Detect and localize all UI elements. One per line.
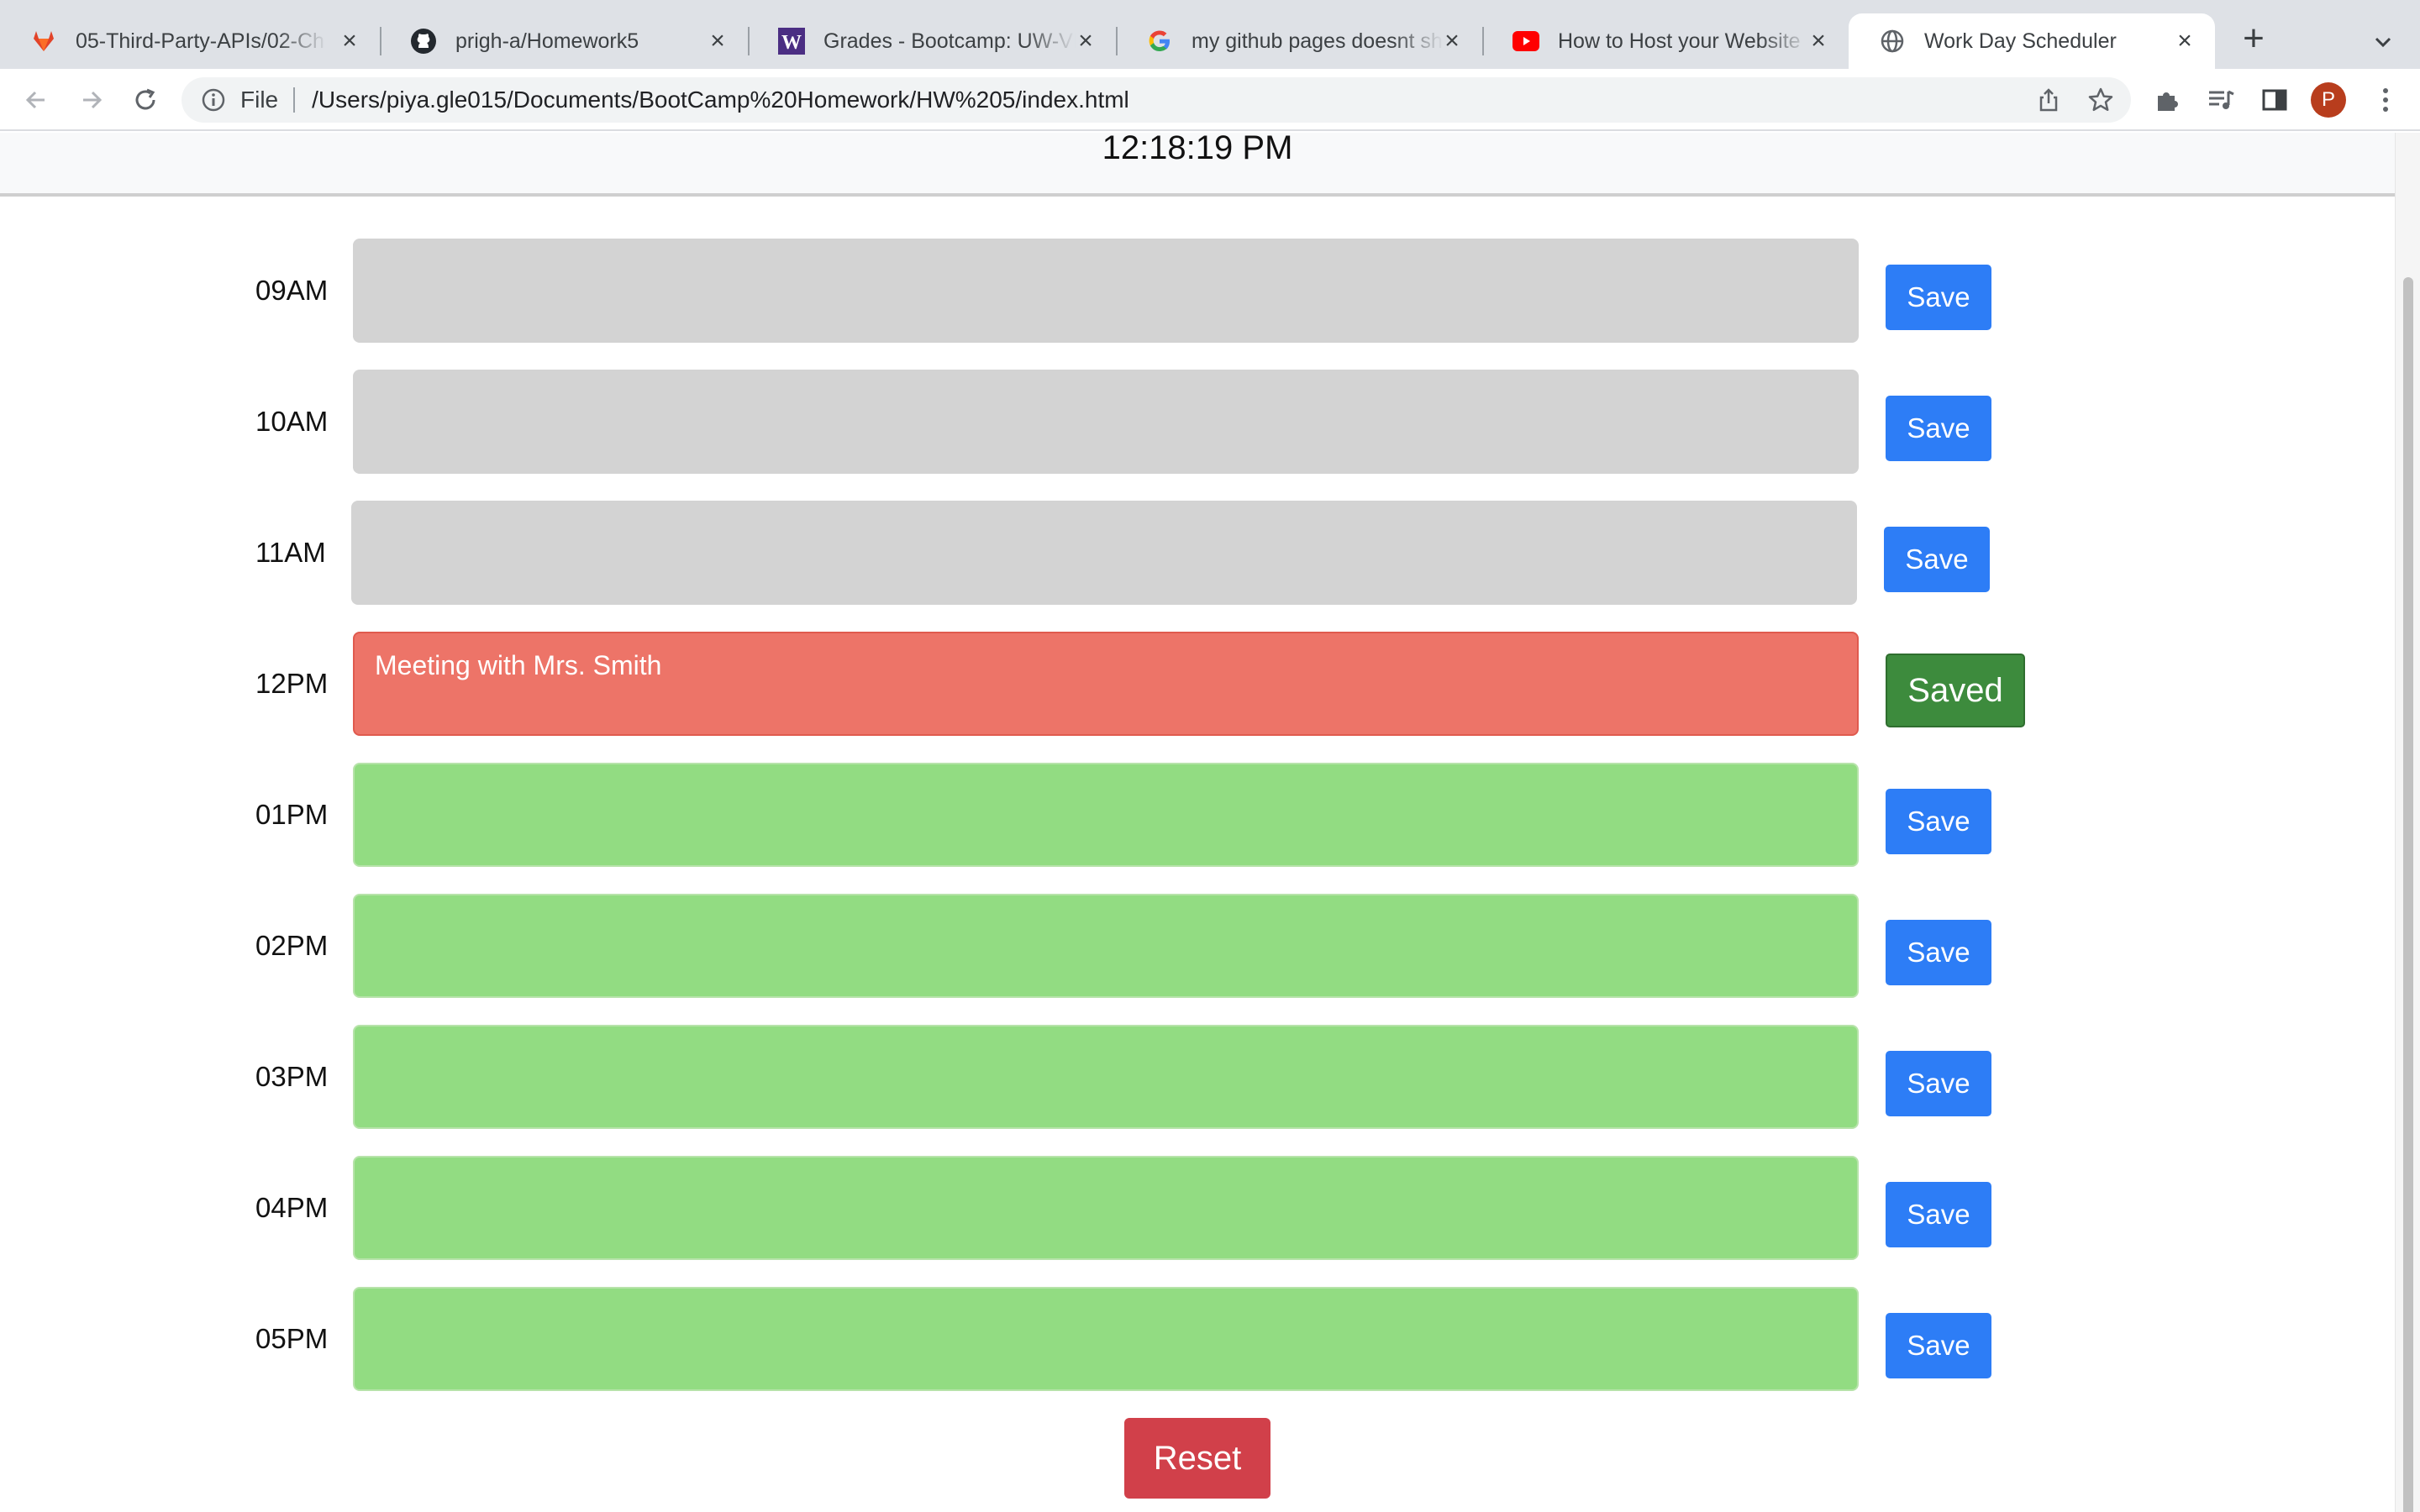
event-description-input[interactable] bbox=[353, 370, 1859, 474]
save-button[interactable]: Save bbox=[1886, 1051, 1991, 1116]
bookmark-star-icon[interactable] bbox=[2087, 87, 2114, 119]
hour-label: 02PM bbox=[255, 930, 329, 961]
tab-github[interactable]: prigh-a/Homework5 × bbox=[380, 13, 748, 69]
save-button[interactable]: Save bbox=[1886, 396, 1991, 461]
arrow-right-icon bbox=[83, 91, 103, 109]
close-icon[interactable]: × bbox=[704, 27, 731, 55]
hour-label: 10AM bbox=[255, 406, 329, 437]
hour-label: 04PM bbox=[255, 1192, 329, 1223]
event-description-input[interactable] bbox=[353, 1025, 1859, 1129]
tab-gitlab[interactable]: 05-Third-Party-APIs/02-Ch × bbox=[0, 13, 380, 69]
forward-button[interactable] bbox=[74, 82, 109, 118]
side-panel-icon[interactable] bbox=[2259, 84, 2291, 116]
close-icon[interactable]: × bbox=[1072, 27, 1099, 55]
hour-label: 09AM bbox=[255, 275, 329, 306]
info-icon[interactable] bbox=[200, 87, 227, 113]
hour-label: 01PM bbox=[255, 799, 329, 830]
time-block: 05PM Save bbox=[0, 1287, 2395, 1391]
save-button[interactable]: Save bbox=[1886, 920, 1991, 985]
time-block: 09AM Save bbox=[0, 239, 2395, 343]
reload-button[interactable] bbox=[128, 82, 163, 118]
tab-label: my github pages doesnt sh bbox=[1192, 29, 1443, 53]
event-description-input[interactable] bbox=[353, 894, 1859, 998]
time-block: 02PM Save bbox=[0, 894, 2395, 998]
uw-icon: W bbox=[778, 28, 805, 55]
saved-button[interactable]: Saved bbox=[1886, 654, 2025, 727]
time-block: 10AM Save bbox=[0, 370, 2395, 474]
tab-youtube[interactable]: How to Host your Website × bbox=[1482, 13, 1849, 69]
tab-label: 05-Third-Party-APIs/02-Ch bbox=[76, 29, 324, 53]
globe-icon bbox=[1879, 28, 1906, 55]
kebab-menu-icon[interactable] bbox=[2370, 84, 2402, 116]
browser-toolbar: File /Users/piya.gle015/Documents/BootCa… bbox=[0, 69, 2420, 131]
event-description-input[interactable] bbox=[351, 501, 1857, 605]
tab-work-day-scheduler[interactable]: Work Day Scheduler × bbox=[1849, 13, 2215, 69]
google-icon bbox=[1146, 28, 1173, 55]
close-icon[interactable]: × bbox=[336, 27, 363, 55]
tab-label: Work Day Scheduler bbox=[1924, 29, 2117, 53]
youtube-icon bbox=[1512, 28, 1539, 55]
tab-label: Grades - Bootcamp: UW-VI bbox=[823, 29, 1076, 53]
save-button[interactable]: Save bbox=[1886, 789, 1991, 854]
tab-google-search[interactable]: my github pages doesnt sh × bbox=[1116, 13, 1482, 69]
address-bar[interactable]: File /Users/piya.gle015/Documents/BootCa… bbox=[182, 77, 2131, 123]
hour-label: 12PM bbox=[255, 668, 329, 699]
avatar[interactable]: P bbox=[2311, 82, 2346, 118]
save-button[interactable]: Save bbox=[1886, 265, 1991, 330]
svg-text:W: W bbox=[781, 32, 802, 54]
close-icon[interactable]: × bbox=[2171, 27, 2198, 55]
time-block: 11AM Save bbox=[0, 501, 2395, 605]
url-scheme-label: File bbox=[240, 87, 279, 113]
event-description-input[interactable]: Meeting with Mrs. Smith bbox=[353, 632, 1859, 736]
save-button[interactable]: Save bbox=[1886, 1182, 1991, 1247]
reload-icon bbox=[135, 88, 155, 110]
extensions-icon[interactable] bbox=[2151, 84, 2183, 116]
chevron-down-icon[interactable] bbox=[2366, 25, 2400, 59]
share-icon[interactable] bbox=[2035, 87, 2062, 119]
save-button[interactable]: Save bbox=[1886, 1313, 1991, 1378]
save-button[interactable]: Save bbox=[1884, 527, 1990, 592]
tab-label: prigh-a/Homework5 bbox=[455, 29, 639, 53]
tab-label: How to Host your Website bbox=[1558, 29, 1801, 53]
close-icon[interactable]: × bbox=[1439, 27, 1465, 55]
page-viewport: 12:18:19 PM 09AM Save 10AM Save 11AM Sav… bbox=[0, 133, 2420, 1512]
address-divider bbox=[293, 87, 296, 113]
tab-grades[interactable]: W Grades - Bootcamp: UW-VI × bbox=[748, 13, 1116, 69]
current-time: 12:18:19 PM bbox=[1102, 133, 1293, 166]
github-icon bbox=[410, 28, 437, 55]
event-description-input[interactable] bbox=[353, 763, 1859, 867]
time-block: 12PM Meeting with Mrs. Smith Saved bbox=[0, 632, 2395, 736]
hour-label: 03PM bbox=[255, 1061, 329, 1092]
reset-button[interactable]: Reset bbox=[1124, 1418, 1270, 1499]
event-description-input[interactable] bbox=[353, 239, 1859, 343]
new-tab-button[interactable]: + bbox=[2235, 20, 2272, 59]
media-controls-icon[interactable] bbox=[2205, 84, 2237, 116]
time-block: 03PM Save bbox=[0, 1025, 2395, 1129]
header-jumbotron: 12:18:19 PM bbox=[0, 133, 2395, 197]
arrow-left-icon bbox=[25, 91, 45, 109]
time-block: 01PM Save bbox=[0, 763, 2395, 867]
gitlab-icon bbox=[30, 28, 57, 55]
vertical-scrollbar[interactable] bbox=[2395, 133, 2420, 1512]
back-button[interactable] bbox=[18, 82, 54, 118]
close-icon[interactable]: × bbox=[1805, 27, 1832, 55]
tab-strip: 05-Third-Party-APIs/02-Ch × prigh-a/Home… bbox=[0, 0, 2420, 69]
event-description-input[interactable] bbox=[353, 1156, 1859, 1260]
hour-label: 05PM bbox=[255, 1323, 329, 1354]
event-description-input[interactable] bbox=[353, 1287, 1859, 1391]
scrollbar-thumb[interactable] bbox=[2403, 277, 2413, 1512]
time-block: 04PM Save bbox=[0, 1156, 2395, 1260]
url-text[interactable]: /Users/piya.gle015/Documents/BootCamp%20… bbox=[312, 87, 1129, 113]
hour-label: 11AM bbox=[255, 537, 326, 568]
